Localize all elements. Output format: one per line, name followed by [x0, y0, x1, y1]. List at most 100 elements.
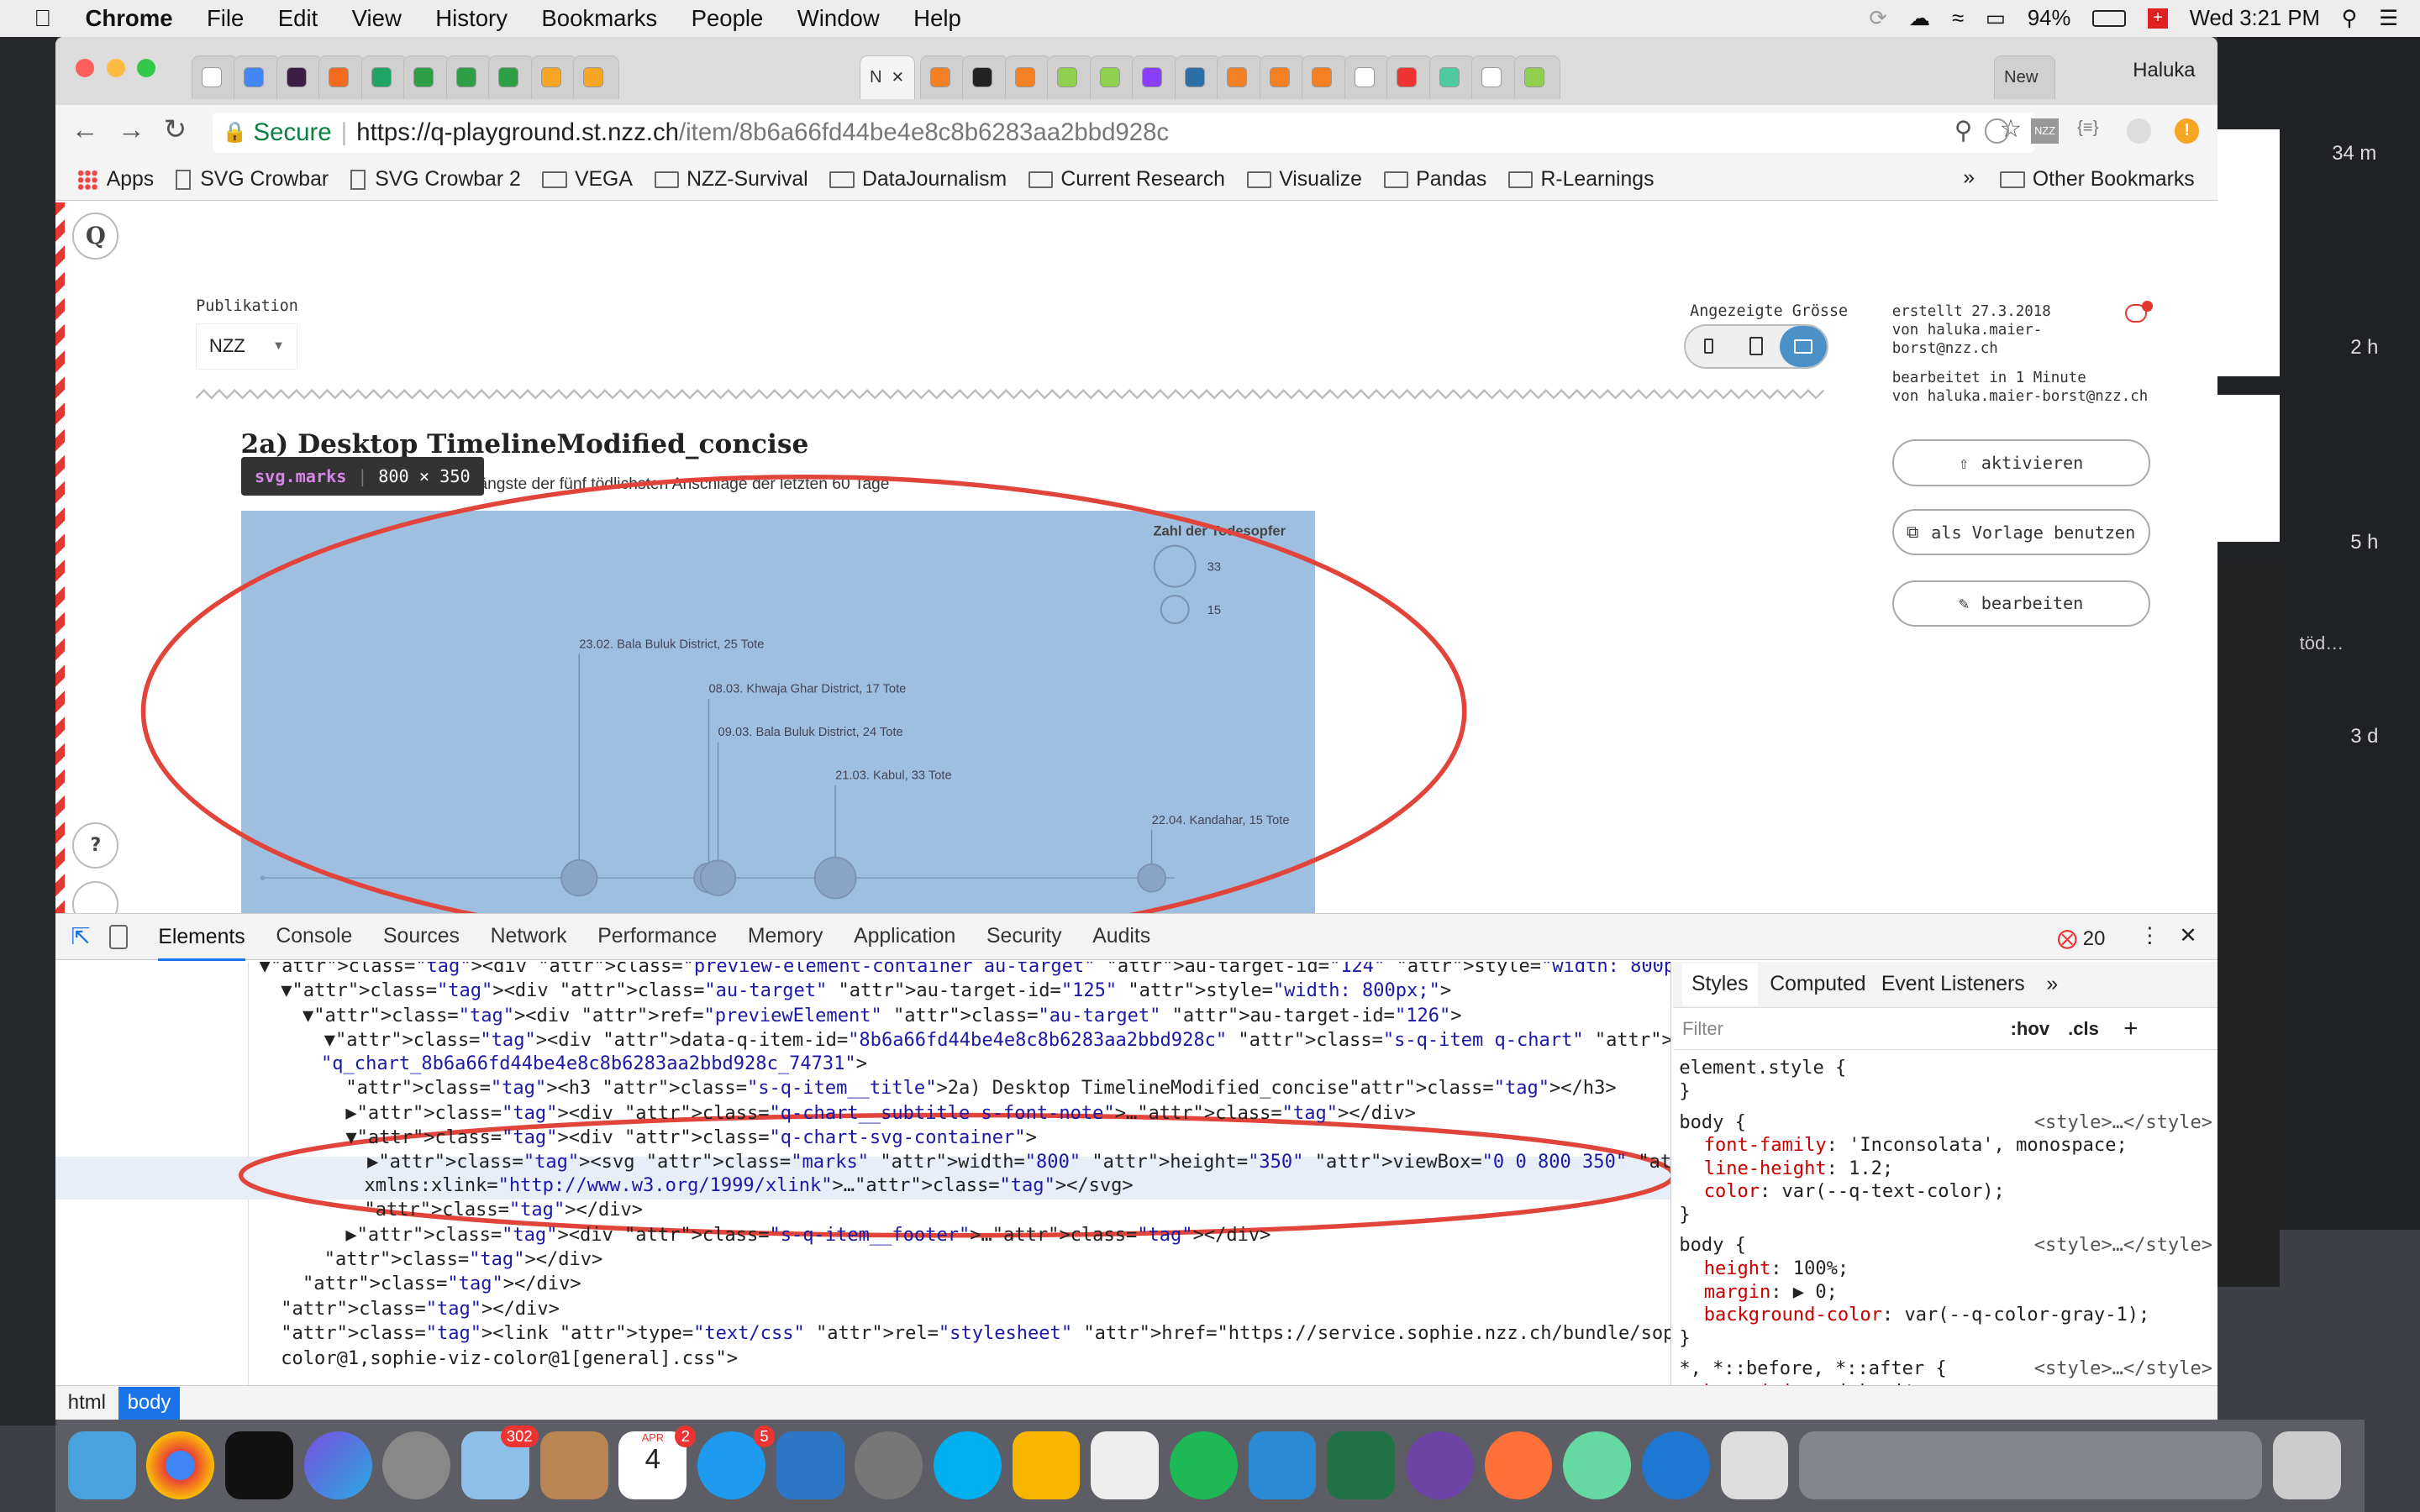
mobile-size-button[interactable]: [1686, 326, 1733, 367]
profile-name[interactable]: Haluka: [2133, 59, 2195, 82]
style-source-link[interactable]: <style>…</style>: [2034, 1357, 2212, 1381]
swiss-flag-icon[interactable]: +: [2148, 8, 2168, 29]
spotify-icon[interactable]: [1169, 1431, 1238, 1500]
css-declaration[interactable]: color: var(--q-text-color);: [1704, 1179, 2005, 1204]
browser-tab[interactable]: [276, 55, 323, 99]
menu-view[interactable]: View: [352, 5, 402, 32]
browser-tab[interactable]: [318, 55, 366, 99]
bookmark-folder-current-research[interactable]: Current Research: [1028, 168, 1225, 192]
tab-computed[interactable]: Computed: [1770, 973, 1865, 996]
browser-tab[interactable]: [1471, 55, 1518, 99]
dom-node[interactable]: "attr">class="tag"><link "attr">type="te…: [281, 1321, 1670, 1346]
menu-window[interactable]: Window: [797, 5, 880, 32]
more-tabs-icon[interactable]: »: [2046, 973, 2058, 996]
minimized-windows[interactable]: [1799, 1431, 2263, 1500]
css-selector[interactable]: element.style {: [1679, 1056, 1846, 1080]
css-declaration[interactable]: background-color: var(--q-color-gray-1);: [1704, 1303, 2150, 1327]
browser-tab[interactable]: [191, 55, 238, 99]
cloud-icon[interactable]: ☁: [1909, 6, 1931, 31]
apple-icon[interactable]: : [34, 5, 51, 32]
excel-icon[interactable]: [1327, 1431, 1396, 1500]
tab-network[interactable]: Network: [491, 925, 567, 948]
style-source-link[interactable]: <style>…</style>: [2034, 1233, 2212, 1257]
close-window-button[interactable]: [75, 58, 95, 77]
browser-tab[interactable]: [1004, 55, 1051, 99]
spotlight-icon[interactable]: ⚲: [2342, 6, 2358, 31]
mail-icon[interactable]: 302: [461, 1425, 539, 1500]
browser-tab[interactable]: [1174, 55, 1221, 99]
menubar-app-name[interactable]: Chrome: [85, 5, 172, 32]
firefox-icon[interactable]: [1484, 1431, 1553, 1500]
css-declaration[interactable]: margin: ▶ 0;: [1704, 1280, 1838, 1305]
json-extension-icon[interactable]: {≡}: [2077, 118, 2098, 138]
zoom-window-button[interactable]: [137, 58, 156, 77]
sketch-icon[interactable]: [1012, 1431, 1081, 1500]
help-button[interactable]: ?: [72, 822, 119, 869]
contacts-icon[interactable]: [539, 1431, 608, 1500]
dom-node[interactable]: xmlns:xlink="http://www.w3.org/1999/xlin…: [364, 1173, 1133, 1198]
bookmarks-overflow-icon[interactable]: »: [1963, 166, 1975, 190]
finder-icon[interactable]: [67, 1431, 136, 1500]
browser-tab[interactable]: [1386, 55, 1434, 99]
sync-icon[interactable]: ⟳: [1869, 6, 1887, 31]
styles-filter-input[interactable]: Filter: [1682, 1018, 1723, 1040]
tab-audits[interactable]: Audits: [1092, 925, 1150, 948]
tab-memory[interactable]: Memory: [748, 925, 823, 948]
document-icon[interactable]: [1091, 1431, 1160, 1500]
q-logo-button[interactable]: Q: [72, 213, 119, 260]
dom-node[interactable]: ▼"attr">class="tag"><div "attr">ref="pre…: [302, 1004, 1462, 1028]
tab-sources[interactable]: Sources: [383, 925, 460, 948]
browser-tab[interactable]: [1132, 55, 1179, 99]
css-selector[interactable]: body {: [1679, 1233, 1746, 1257]
cls-toggle[interactable]: .cls: [2068, 1018, 2099, 1040]
bookmark-svg-crowbar[interactable]: SVG Crowbar: [175, 168, 329, 192]
clock[interactable]: Wed 3:21 PM: [2190, 7, 2320, 31]
browser-tab[interactable]: [360, 55, 408, 99]
browser-tab[interactable]: [919, 55, 966, 99]
siri-icon[interactable]: [303, 1431, 372, 1500]
edit-button[interactable]: ✎ bearbeiten: [1891, 580, 2150, 627]
browser-tab[interactable]: [1428, 55, 1476, 99]
wifi-icon[interactable]: ≈: [1952, 7, 1964, 31]
browser-tab[interactable]: [234, 55, 281, 99]
system-preferences-icon[interactable]: [855, 1431, 923, 1500]
css-selector[interactable]: }: [1679, 1326, 1690, 1351]
chrome-icon[interactable]: [146, 1431, 215, 1500]
css-selector[interactable]: }: [1679, 1079, 1690, 1104]
bookmark-folder-visualize[interactable]: Visualize: [1246, 168, 1362, 192]
tablet-size-button[interactable]: [1733, 326, 1780, 367]
dom-node[interactable]: ▼"attr">class="tag"><div "attr">class="p…: [260, 962, 1671, 979]
forward-icon[interactable]: →: [118, 114, 145, 146]
browser-tab[interactable]: [1259, 55, 1306, 99]
tab-performance[interactable]: Performance: [597, 925, 717, 948]
browser-tab[interactable]: [1513, 55, 1560, 99]
calendar-icon[interactable]: APR 4 2: [618, 1425, 697, 1500]
battery-icon[interactable]: [2092, 9, 2127, 28]
minimize-window-button[interactable]: [106, 58, 125, 77]
css-declaration[interactable]: height: 100%;: [1704, 1257, 1849, 1281]
browser-tab[interactable]: [403, 55, 450, 99]
menu-help[interactable]: Help: [913, 5, 961, 32]
browser-tab[interactable]: [1047, 55, 1094, 99]
bookmark-folder-datajournalism[interactable]: DataJournalism: [829, 168, 1007, 192]
alert-extension-icon[interactable]: !: [2174, 118, 2200, 144]
use-as-template-button[interactable]: ⧉ als Vorlage benutzen: [1891, 509, 2150, 556]
tab-active[interactable]: N ✕: [860, 55, 916, 99]
crumb-html[interactable]: html: [65, 1388, 108, 1417]
error-counter[interactable]: ⨂ 20: [2057, 927, 2105, 951]
activate-button[interactable]: ⇧ aktivieren: [1891, 439, 2150, 486]
launchpad-icon[interactable]: [382, 1431, 451, 1500]
browser-tab[interactable]: [1344, 55, 1391, 99]
dom-node[interactable]: "attr">class="tag"></div>: [364, 1198, 643, 1222]
close-devtools-icon[interactable]: ✕: [2179, 923, 2197, 948]
dom-node[interactable]: "attr">class="tag"></div>: [281, 1297, 560, 1321]
dom-node[interactable]: ▼"attr">class="tag"><div "attr">data-q-i…: [324, 1028, 1670, 1053]
menu-people[interactable]: People: [692, 5, 764, 32]
tab-styles[interactable]: Styles: [1681, 963, 1758, 1006]
onedrive-icon[interactable]: [1248, 1431, 1317, 1500]
battery-percent[interactable]: 94%: [2028, 7, 2070, 31]
tab-new[interactable]: New: [1994, 55, 2056, 99]
browser-tab[interactable]: [1217, 55, 1264, 99]
github-desktop-icon[interactable]: [1405, 1431, 1474, 1500]
bookmark-folder-r-learnings[interactable]: R-Learnings: [1507, 168, 1654, 192]
